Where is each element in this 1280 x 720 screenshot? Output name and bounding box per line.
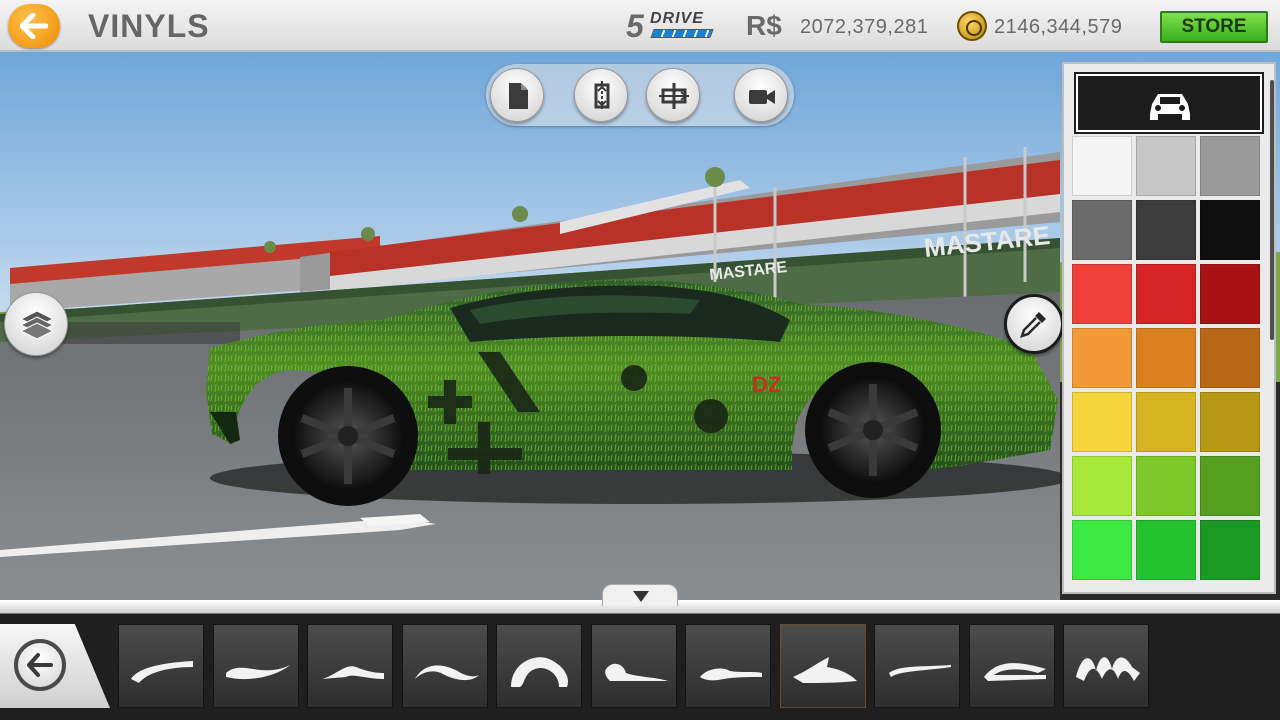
color-swatch[interactable] (1136, 136, 1196, 196)
arrow-left-icon (20, 13, 48, 39)
drive-bar-icon (650, 29, 714, 38)
arrow-left-icon (27, 653, 53, 677)
color-swatch[interactable] (1072, 392, 1132, 452)
color-swatch[interactable] (1136, 328, 1196, 388)
currency-label: R$ (746, 10, 782, 41)
new-file-icon (509, 83, 528, 109)
color-swatch[interactable] (1072, 200, 1132, 260)
stroke-shape-icon (700, 668, 762, 681)
color-swatch[interactable] (1072, 328, 1132, 388)
page-title: VINYLS (88, 8, 210, 44)
layers-button[interactable] (4, 292, 68, 356)
new-vinyl-button[interactable] (490, 68, 544, 122)
front-wheel (805, 362, 941, 498)
layers-icon (19, 310, 55, 340)
stroke-shape-tile[interactable] (496, 624, 582, 708)
stroke-shape-icon (322, 666, 384, 679)
stroke-shape-icon (792, 657, 857, 683)
back-button[interactable] (8, 4, 60, 48)
color-swatch[interactable] (1200, 520, 1260, 580)
top-bar: VINYLS 5 DRIVE R$ 2072,379,281 2146,344,… (0, 0, 1280, 52)
flip-vertical-icon (659, 83, 689, 109)
flip-horizontal-icon (594, 81, 610, 111)
vinyls-editor-screen: MASTARE MASTARE DZ VINYLS 5 DRIVE R$ 207… (0, 0, 1280, 720)
collapse-drawer-button[interactable] (602, 584, 678, 606)
gold-coin-icon (957, 11, 987, 41)
color-swatch[interactable] (1136, 200, 1196, 260)
stroke-shape-tile[interactable] (212, 624, 299, 708)
drive-logo: 5 DRIVE (626, 8, 736, 44)
stroke-shape-icon (414, 665, 479, 681)
stroke-shape-tile[interactable] (118, 624, 204, 708)
color-palette (1062, 62, 1276, 594)
camera-view-button[interactable] (734, 68, 788, 122)
stroke-shape-icon (511, 657, 569, 687)
stroke-shape-tile[interactable] (874, 624, 960, 708)
stroke-shape-tile[interactable] (590, 624, 677, 708)
store-button[interactable]: STORE (1160, 11, 1268, 43)
color-swatch[interactable] (1200, 264, 1260, 324)
stroke-shape-tile[interactable] (685, 624, 771, 708)
color-swatch[interactable] (1200, 200, 1260, 260)
flip-horizontal-button[interactable] (574, 68, 628, 122)
eyedropper-icon (1020, 312, 1046, 338)
color-swatch[interactable] (1200, 392, 1260, 452)
car-paint-tab[interactable] (1074, 72, 1264, 134)
gold-value: 2146,344,579 (994, 16, 1123, 38)
color-swatch[interactable] (1200, 328, 1260, 388)
stroke-shape-icon (983, 663, 1046, 681)
color-picker-button[interactable] (1004, 294, 1064, 354)
stroke-shape-tile[interactable] (1063, 624, 1149, 708)
car-icon (1150, 94, 1190, 120)
color-swatch[interactable] (1072, 456, 1132, 516)
stroke-shape-tile[interactable] (307, 624, 393, 708)
color-swatch[interactable] (1072, 136, 1132, 196)
palette-scrollbar[interactable] (1270, 80, 1274, 340)
color-swatch[interactable] (1136, 392, 1196, 452)
stroke-shape-icon (131, 661, 193, 683)
rear-wheel (278, 366, 418, 506)
flip-vertical-button[interactable] (646, 68, 700, 122)
camera-icon (749, 90, 775, 104)
shelf-back-circle (14, 639, 66, 691)
stroke-shape-icon (225, 665, 290, 680)
stroke-shape-tile[interactable] (968, 624, 1055, 708)
stroke-shape-tile[interactable] (401, 624, 488, 708)
color-swatch[interactable] (1200, 136, 1260, 196)
drive-word: DRIVE (650, 10, 704, 27)
color-swatch[interactable] (1136, 520, 1196, 580)
drive-number: 5 (626, 8, 644, 44)
stroke-shape-tile[interactable] (779, 624, 866, 708)
triangle-down-icon (633, 591, 649, 602)
color-swatch[interactable] (1200, 456, 1260, 516)
color-swatch[interactable] (1136, 456, 1196, 516)
stroke-shape-icon (1076, 657, 1140, 681)
color-swatch[interactable] (1072, 520, 1132, 580)
color-swatch[interactable] (1136, 264, 1196, 324)
stroke-shape-icon (889, 665, 951, 677)
color-swatch[interactable] (1072, 264, 1132, 324)
currency-value: 2072,379,281 (800, 16, 929, 38)
tool-toolbar (486, 64, 794, 126)
car-decal-text: DZ (752, 372, 781, 397)
stroke-shape-icon (604, 663, 668, 681)
